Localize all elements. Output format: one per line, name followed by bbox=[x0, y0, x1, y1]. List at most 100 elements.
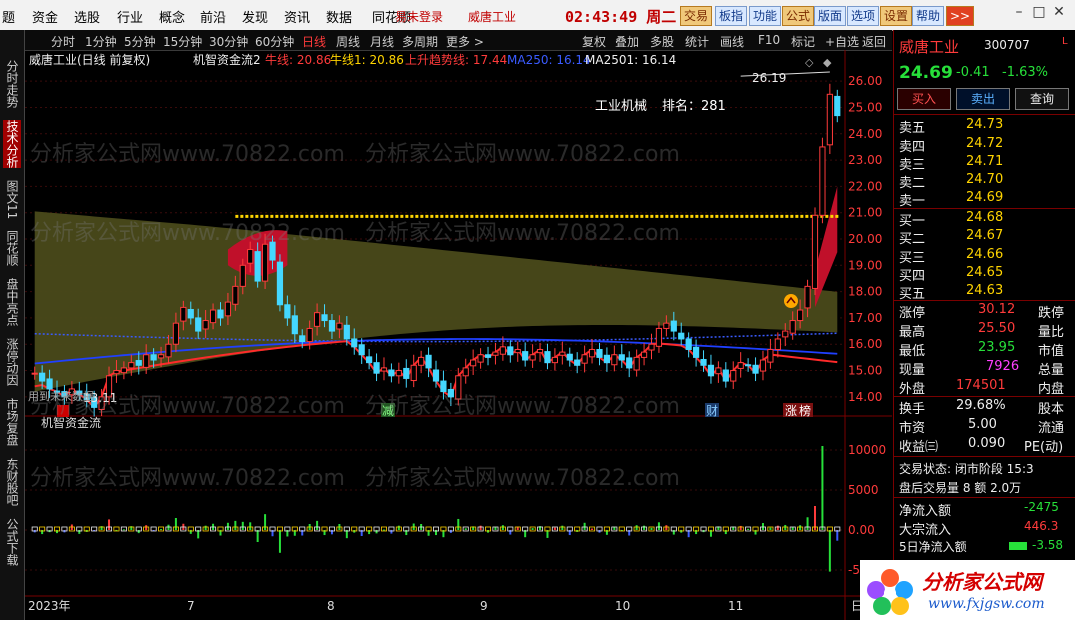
candle-body[interactable] bbox=[321, 314, 328, 322]
tool-overlay[interactable]: 叠加 bbox=[615, 33, 639, 50]
candle-body[interactable] bbox=[574, 359, 581, 366]
signal-icon[interactable] bbox=[784, 294, 798, 308]
layout-button[interactable]: 版面 bbox=[814, 6, 847, 26]
tab-market-review[interactable]: 市场复盘 bbox=[3, 398, 21, 446]
menu-item-funds[interactable]: 资金 bbox=[32, 7, 58, 26]
period-weekly[interactable]: 周线 bbox=[336, 33, 360, 50]
tab-forum[interactable]: 东财股吧 bbox=[3, 458, 21, 506]
candle-body[interactable] bbox=[209, 309, 217, 324]
candle-body[interactable] bbox=[603, 354, 611, 364]
candle-body[interactable] bbox=[366, 356, 373, 364]
tab-formula-download[interactable]: 公式下载 bbox=[3, 518, 21, 566]
candle-body[interactable] bbox=[804, 285, 811, 309]
function-button[interactable]: 功能 bbox=[749, 6, 782, 26]
tab-limit-up-reason[interactable]: 涨停动因 bbox=[3, 338, 21, 386]
candle-body[interactable] bbox=[819, 146, 826, 216]
candle-body[interactable] bbox=[559, 351, 566, 356]
menu-item[interactable]: 题 bbox=[2, 7, 15, 26]
candle-body[interactable] bbox=[336, 322, 343, 330]
candle-body[interactable] bbox=[536, 348, 544, 354]
candle-body[interactable] bbox=[797, 309, 804, 322]
more-button[interactable]: >> bbox=[946, 6, 975, 26]
candle-body[interactable] bbox=[403, 367, 410, 379]
menu-item-concept[interactable]: 概念 bbox=[159, 7, 185, 26]
candle-body[interactable] bbox=[314, 312, 321, 327]
candle-body[interactable] bbox=[261, 243, 269, 282]
candle-body[interactable] bbox=[462, 367, 469, 377]
candle-body[interactable] bbox=[826, 93, 833, 146]
menu-item-data[interactable]: 数据 bbox=[326, 7, 352, 26]
candle-body[interactable] bbox=[299, 335, 306, 343]
candle-body[interactable] bbox=[626, 357, 633, 369]
candle-body[interactable] bbox=[157, 354, 165, 359]
event-marker-list[interactable]: 榜 bbox=[799, 403, 811, 418]
period-monthly[interactable]: 月线 bbox=[370, 33, 394, 50]
candle-body[interactable] bbox=[611, 354, 618, 366]
candle-body[interactable] bbox=[640, 351, 648, 358]
candle-body[interactable] bbox=[418, 356, 425, 366]
candle-body[interactable] bbox=[737, 362, 744, 369]
login-status[interactable]: 易未登录 bbox=[395, 8, 443, 25]
candle-body[interactable] bbox=[566, 353, 573, 361]
diamond-icon[interactable]: ◆ bbox=[823, 56, 832, 69]
candle-body[interactable] bbox=[663, 322, 670, 329]
candle-body[interactable] bbox=[484, 354, 492, 358]
candle-body[interactable] bbox=[707, 364, 715, 377]
tool-f10[interactable]: F10 bbox=[758, 33, 780, 47]
options-button[interactable]: 选项 bbox=[847, 6, 880, 26]
candle-body[interactable] bbox=[232, 285, 239, 305]
candle-body[interactable] bbox=[328, 320, 336, 332]
candle-body[interactable] bbox=[514, 348, 521, 354]
candle-body[interactable] bbox=[120, 367, 127, 374]
candle-body[interactable] bbox=[470, 359, 477, 367]
candle-body[interactable] bbox=[195, 317, 202, 332]
candle-body[interactable] bbox=[432, 369, 440, 382]
menu-item-discover[interactable]: 发现 bbox=[242, 7, 268, 26]
candle-body[interactable] bbox=[239, 264, 246, 287]
candle-body[interactable] bbox=[187, 309, 194, 319]
period-daily[interactable]: 日线 bbox=[302, 33, 326, 50]
candle-body[interactable] bbox=[678, 332, 685, 340]
diamond-icon[interactable]: ◇ bbox=[805, 56, 814, 69]
candle-body[interactable] bbox=[789, 320, 796, 334]
candle-body[interactable] bbox=[150, 354, 157, 361]
candle-body[interactable] bbox=[373, 362, 380, 374]
candle-body[interactable] bbox=[395, 370, 402, 377]
candle-body[interactable] bbox=[596, 348, 603, 358]
candle-body[interactable] bbox=[618, 354, 625, 361]
candle-body[interactable] bbox=[224, 301, 232, 317]
close-icon[interactable]: ✕ bbox=[1050, 4, 1068, 24]
index-button[interactable]: 板指 bbox=[715, 6, 748, 26]
candle-body[interactable] bbox=[522, 351, 529, 361]
candle-body[interactable] bbox=[388, 369, 395, 377]
tool-back[interactable]: 返回 bbox=[862, 33, 886, 50]
candle-body[interactable] bbox=[284, 304, 291, 319]
menu-item-stock-picker[interactable]: 选股 bbox=[74, 7, 100, 26]
candle-body[interactable] bbox=[834, 95, 841, 117]
candle-body[interactable] bbox=[113, 370, 120, 375]
settings-button[interactable]: 设置 bbox=[880, 6, 913, 26]
candle-body[interactable] bbox=[759, 359, 767, 372]
period-30min[interactable]: 30分钟 bbox=[209, 33, 248, 50]
candle-body[interactable] bbox=[782, 330, 789, 338]
candle-body[interactable] bbox=[774, 338, 781, 350]
candle-body[interactable] bbox=[254, 251, 261, 282]
period-5min[interactable]: 5分钟 bbox=[124, 33, 156, 50]
candle-body[interactable] bbox=[306, 327, 313, 343]
event-marker-finance[interactable]: 财 bbox=[706, 404, 718, 418]
candle-body[interactable] bbox=[715, 367, 722, 375]
candle-body[interactable] bbox=[752, 364, 759, 374]
help-button[interactable]: 帮助 bbox=[912, 6, 945, 26]
candle-body[interactable] bbox=[351, 338, 358, 348]
tab-tonghuashun[interactable]: 同花顺 bbox=[3, 230, 21, 266]
tab-technical-analysis[interactable]: 技术分析 bbox=[3, 120, 21, 168]
candle-body[interactable] bbox=[128, 362, 135, 369]
candle-body[interactable] bbox=[745, 364, 752, 367]
candle-body[interactable] bbox=[410, 364, 417, 382]
candle-body[interactable] bbox=[202, 320, 209, 330]
candle-body[interactable] bbox=[648, 343, 655, 351]
candle-body[interactable] bbox=[685, 338, 692, 350]
candle-body[interactable] bbox=[425, 354, 432, 369]
candle-body[interactable] bbox=[588, 348, 596, 358]
candle-body[interactable] bbox=[135, 360, 142, 366]
